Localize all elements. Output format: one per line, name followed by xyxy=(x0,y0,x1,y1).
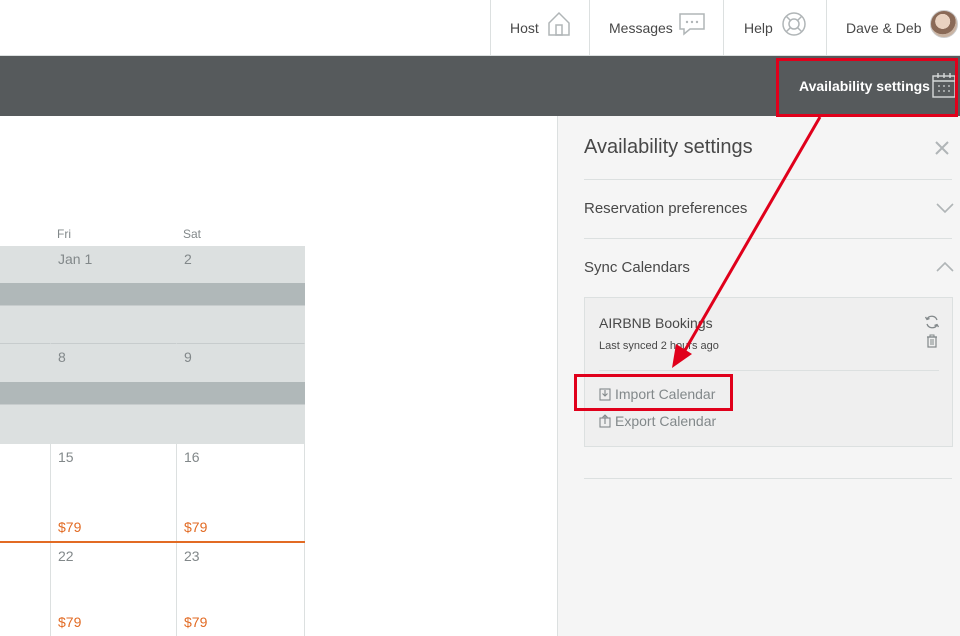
availability-settings-label: Availability settings xyxy=(799,78,930,94)
reservation-bar[interactable] xyxy=(0,382,305,404)
calendar-week: 22 $79 23 $79 xyxy=(0,541,305,636)
calendar-week: 15 $79 16 $79 xyxy=(0,443,305,541)
day-of-week-fri: Fri xyxy=(57,227,71,241)
calendar-day-cell[interactable]: 23 $79 xyxy=(177,543,305,636)
calendar-day-cell[interactable] xyxy=(0,543,51,636)
nav-host-label: Host xyxy=(510,19,539,36)
close-icon[interactable] xyxy=(934,140,950,156)
day-number: 22 xyxy=(58,548,74,564)
nav-user-menu[interactable]: Dave & Deb xyxy=(826,0,960,55)
day-number: 9 xyxy=(184,349,192,365)
reservation-preferences-label: Reservation preferences xyxy=(584,200,748,217)
calendar-day-cell[interactable]: 15 $79 xyxy=(51,444,177,541)
day-of-week-sat: Sat xyxy=(183,227,202,241)
nav-messages[interactable]: Messages xyxy=(589,0,723,55)
day-number: 23 xyxy=(184,548,200,564)
calendar-day-cell[interactable]: 22 $79 xyxy=(51,543,177,636)
synced-calendar-name: AIRBNB Bookings xyxy=(599,315,713,331)
nav-user-label: Dave & Deb xyxy=(846,19,922,36)
row-divider xyxy=(0,305,305,306)
export-icon xyxy=(599,414,611,428)
day-price: $79 xyxy=(184,614,208,630)
home-icon xyxy=(548,11,570,36)
last-synced-text: Last synced 2 hours ago xyxy=(599,340,719,352)
trash-icon[interactable] xyxy=(926,334,938,348)
divider xyxy=(599,370,939,371)
calendar-week: Jan 1 2 xyxy=(0,246,305,344)
day-price: $79 xyxy=(184,519,208,535)
nav-host[interactable]: Host xyxy=(490,0,589,55)
day-number: Jan 1 xyxy=(58,251,93,267)
calendar-area: Fri Sat Jan 1 2 8 9 15 $79 16 $79 22 $79… xyxy=(0,116,557,636)
day-price: $79 xyxy=(58,519,82,535)
reservation-preferences-row[interactable]: Reservation preferences xyxy=(558,180,960,238)
import-calendar-button[interactable]: Import Calendar xyxy=(599,386,715,402)
chevron-up-icon xyxy=(936,261,954,272)
export-calendar-label: Export Calendar xyxy=(615,413,717,429)
calendar-week: 8 9 xyxy=(0,344,305,443)
import-calendar-label: Import Calendar xyxy=(615,386,716,402)
avatar[interactable] xyxy=(930,10,958,38)
calendar-toolbar: Availability settings xyxy=(0,56,960,116)
calendar-day-cell[interactable] xyxy=(0,444,51,541)
day-number: 15 xyxy=(58,449,74,465)
reservation-bar[interactable] xyxy=(0,283,305,305)
divider xyxy=(584,478,952,479)
day-number: 8 xyxy=(58,349,66,365)
panel-title: Availability settings xyxy=(584,136,753,158)
availability-settings-button[interactable]: Availability settings xyxy=(776,56,960,116)
nav-messages-label: Messages xyxy=(609,19,673,36)
row-divider xyxy=(0,404,305,405)
top-nav: Host Messages Help Dave & Deb xyxy=(0,0,960,56)
nav-help[interactable]: Help xyxy=(723,0,826,55)
export-calendar-button[interactable]: Export Calendar xyxy=(599,413,716,429)
day-number: 2 xyxy=(184,251,192,267)
day-number: 16 xyxy=(184,449,200,465)
synced-calendar-card: AIRBNB Bookings Last synced 2 hours ago xyxy=(584,297,953,447)
chat-bubble-icon xyxy=(679,13,705,36)
nav-help-label: Help xyxy=(744,19,773,36)
sync-calendars-row[interactable]: Sync Calendars xyxy=(558,239,960,295)
day-price: $79 xyxy=(58,614,82,630)
chevron-down-icon xyxy=(936,203,954,214)
availability-settings-panel: Availability settings Reservation prefer… xyxy=(557,116,960,636)
sync-calendars-label: Sync Calendars xyxy=(584,259,690,276)
calendar-icon xyxy=(932,73,956,98)
calendar-grid: Jan 1 2 8 9 15 $79 16 $79 22 $79 23 $79 xyxy=(0,246,305,636)
calendar-day-cell[interactable]: 16 $79 xyxy=(177,444,305,541)
lifebuoy-icon xyxy=(782,12,806,36)
refresh-icon[interactable] xyxy=(924,314,940,330)
page: Host Messages Help Dave & Deb Availabili… xyxy=(0,0,960,636)
import-icon xyxy=(599,388,611,401)
